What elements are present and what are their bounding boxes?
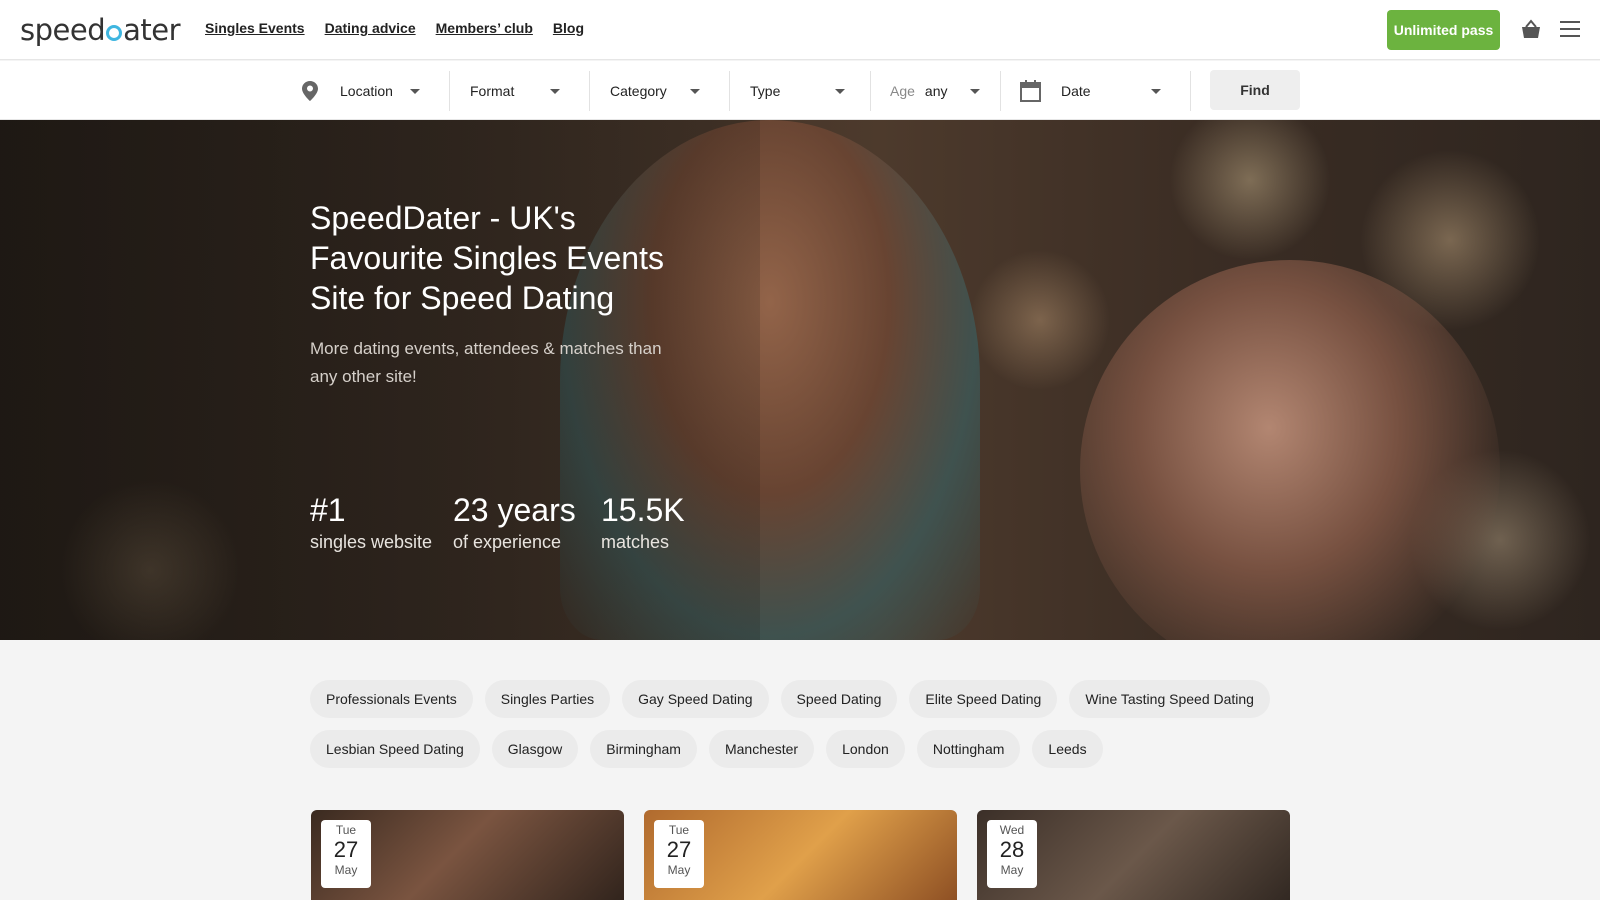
- stat-experience: 23 years of experience: [453, 492, 576, 556]
- chip-singles-parties[interactable]: Singles Parties: [484, 680, 611, 718]
- chevron-down-icon: [410, 89, 420, 94]
- event-weekday: Wed: [999, 823, 1025, 837]
- location-label: Location: [340, 83, 393, 99]
- speeddater-logo[interactable]: speed ater: [20, 12, 181, 48]
- divider: [1190, 71, 1191, 111]
- calendar-icon: [1020, 80, 1041, 102]
- nav-dating-advice[interactable]: Dating advice: [325, 20, 416, 36]
- chevron-down-icon: [550, 89, 560, 94]
- stat-value: 23 years: [453, 492, 576, 528]
- type-label: Type: [750, 83, 781, 99]
- event-date-badge: Tue 27 May: [654, 820, 704, 888]
- event-search-bar: Location Format Category Type Age any Da…: [0, 61, 1600, 120]
- category-select[interactable]: Category: [610, 71, 710, 111]
- logo-drop-icon: [106, 25, 123, 41]
- chip-london[interactable]: London: [826, 730, 905, 768]
- chip-glasgow[interactable]: Glasgow: [491, 730, 579, 768]
- unlimited-pass-button[interactable]: Unlimited pass: [1387, 10, 1500, 50]
- stat-value: #1: [310, 492, 346, 528]
- event-weekday: Tue: [668, 823, 690, 837]
- hero-banner: SpeedDater - UK's Favourite Singles Even…: [0, 120, 1600, 640]
- stat-caption: of experience: [453, 532, 562, 552]
- hero-subtitle: More dating events, attendees & matches …: [310, 339, 662, 386]
- format-select[interactable]: Format: [470, 71, 570, 111]
- divider: [870, 71, 871, 111]
- event-date-badge: Wed 28 May: [987, 820, 1037, 888]
- chip-wine-tasting-speed-dating[interactable]: Wine Tasting Speed Dating: [1069, 680, 1270, 718]
- location-select[interactable]: Location: [340, 71, 430, 111]
- logo-text-left: speed: [20, 13, 106, 47]
- chip-gay-speed-dating[interactable]: Gay Speed Dating: [622, 680, 769, 718]
- chip-professionals-events[interactable]: Professionals Events: [310, 680, 473, 718]
- divider: [589, 71, 590, 111]
- event-weekday: Tue: [335, 823, 357, 837]
- chevron-down-icon: [690, 89, 700, 94]
- age-value: any: [924, 83, 948, 99]
- category-chips-row-1: Professionals Events Singles Parties Gay…: [310, 680, 1270, 718]
- stat-value: 15.5K: [601, 492, 685, 528]
- event-month: May: [1000, 863, 1024, 877]
- stat-rank: #1 singles website: [310, 492, 432, 556]
- chip-manchester[interactable]: Manchester: [708, 730, 815, 768]
- stat-caption: matches: [601, 532, 670, 552]
- event-card[interactable]: Wed 28 May: [977, 810, 1290, 900]
- stat-caption: singles website: [310, 532, 433, 552]
- site-header: speed ater Singles Events Dating advice M…: [0, 0, 1600, 60]
- event-card[interactable]: Tue 27 May: [311, 810, 624, 900]
- chip-birmingham[interactable]: Birmingham: [590, 730, 697, 768]
- event-card[interactable]: Tue 27 May: [644, 810, 957, 900]
- date-select[interactable]: Date: [1061, 71, 1171, 111]
- format-label: Format: [470, 83, 515, 99]
- stat-matches: 15.5K matches: [601, 492, 685, 556]
- age-select[interactable]: Age any: [890, 71, 990, 111]
- category-label: Category: [610, 83, 667, 99]
- main-nav: Singles Events Dating advice Members’ cl…: [205, 20, 584, 36]
- chip-leeds[interactable]: Leeds: [1032, 730, 1103, 768]
- event-month: May: [334, 863, 358, 877]
- chip-nottingham[interactable]: Nottingham: [916, 730, 1021, 768]
- chip-elite-speed-dating[interactable]: Elite Speed Dating: [909, 680, 1058, 718]
- age-label: Age: [890, 83, 915, 99]
- date-label: Date: [1061, 83, 1091, 99]
- find-button[interactable]: Find: [1210, 70, 1300, 110]
- basket-icon[interactable]: [1519, 18, 1543, 42]
- event-day: 27: [666, 837, 692, 862]
- divider: [449, 71, 450, 111]
- hero-title: SpeedDater - UK's Favourite Singles Even…: [310, 200, 664, 316]
- event-day: 28: [999, 837, 1025, 862]
- type-select[interactable]: Type: [750, 71, 855, 111]
- chevron-down-icon: [970, 89, 980, 94]
- hero-photo-woman: [1080, 260, 1500, 640]
- divider: [729, 71, 730, 111]
- event-month: May: [667, 863, 691, 877]
- event-day: 27: [333, 837, 359, 862]
- hamburger-menu-icon[interactable]: [1560, 21, 1580, 39]
- chevron-down-icon: [1151, 89, 1161, 94]
- event-date-badge: Tue 27 May: [321, 820, 371, 888]
- chip-lesbian-speed-dating[interactable]: Lesbian Speed Dating: [310, 730, 480, 768]
- chip-speed-dating[interactable]: Speed Dating: [780, 680, 898, 718]
- nav-singles-events[interactable]: Singles Events: [205, 20, 305, 36]
- chevron-down-icon: [835, 89, 845, 94]
- nav-members-club[interactable]: Members’ club: [436, 20, 533, 36]
- location-pin-icon: [302, 81, 318, 101]
- logo-text-right: ater: [123, 13, 181, 47]
- category-chips-row-2: Lesbian Speed Dating Glasgow Birmingham …: [310, 730, 1270, 768]
- divider: [1000, 71, 1001, 111]
- nav-blog[interactable]: Blog: [553, 20, 584, 36]
